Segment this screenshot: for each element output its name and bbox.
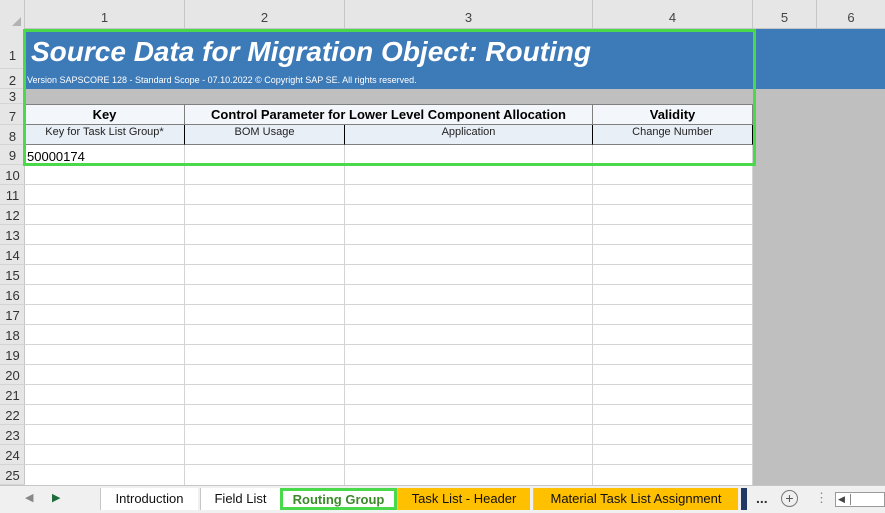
column-header-3[interactable]: 3: [345, 0, 593, 29]
gridline-h: [25, 324, 753, 325]
row-header-8[interactable]: 8: [0, 125, 25, 145]
row-header-17[interactable]: 17: [0, 305, 25, 325]
row-header-20[interactable]: 20: [0, 365, 25, 385]
horizontal-scrollbar[interactable]: ◀: [835, 492, 885, 507]
tab-field-list[interactable]: Field List: [200, 488, 280, 510]
row-header-7[interactable]: 7: [0, 104, 25, 125]
row-header-bar: 1 2 3 7 8 9 10 11 12 13 14 15 16 17 18 1…: [0, 29, 25, 485]
sheet-tab-bar: ◀ ▶ Introduction Field List Routing Grou…: [0, 485, 885, 513]
row-header-3[interactable]: 3: [0, 89, 25, 104]
gridline-h: [25, 224, 753, 225]
gridline-h: [25, 404, 753, 405]
row-header-15[interactable]: 15: [0, 265, 25, 285]
row-header-11[interactable]: 11: [0, 185, 25, 205]
column-header-4[interactable]: 4: [593, 0, 753, 29]
tab-material-task-list-assignment[interactable]: Material Task List Assignment: [533, 488, 738, 510]
row-header-23[interactable]: 23: [0, 425, 25, 445]
split-handle-icon[interactable]: ⋮: [815, 490, 828, 506]
scroll-tabs-left-icon[interactable]: ◀: [25, 491, 33, 504]
row-header-14[interactable]: 14: [0, 245, 25, 265]
row-header-2[interactable]: 2: [0, 69, 25, 89]
row-header-21[interactable]: 21: [0, 385, 25, 405]
column-header-2[interactable]: 2: [185, 0, 345, 29]
gridline-h: [25, 264, 753, 265]
gridline-h: [25, 444, 753, 445]
gridline-h: [25, 384, 753, 385]
gridline-h: [25, 364, 753, 365]
scroll-tabs-right-icon[interactable]: ▶: [52, 491, 60, 504]
row-header-19[interactable]: 19: [0, 345, 25, 365]
select-all-corner[interactable]: [0, 0, 25, 29]
row-header-1[interactable]: 1: [0, 29, 25, 69]
gridline-h: [25, 424, 753, 425]
tab-introduction[interactable]: Introduction: [100, 488, 198, 510]
column-header-1[interactable]: 1: [25, 0, 185, 29]
selection-outline: [23, 29, 756, 166]
gridline-h: [25, 304, 753, 305]
column-header-5[interactable]: 5: [753, 0, 817, 29]
scrollbar-thumb[interactable]: [850, 494, 884, 505]
row-header-16[interactable]: 16: [0, 285, 25, 305]
column-header-6[interactable]: 6: [817, 0, 885, 29]
row-header-25[interactable]: 25: [0, 465, 25, 485]
tab-overflow-indicator: [741, 488, 747, 510]
add-sheet-icon[interactable]: +: [781, 490, 798, 507]
gridline-h: [25, 464, 753, 465]
row-header-24[interactable]: 24: [0, 445, 25, 465]
gridline-h: [25, 284, 753, 285]
row-header-9[interactable]: 9: [0, 145, 25, 165]
gridline-h: [25, 204, 753, 205]
scroll-left-arrow-icon[interactable]: ◀: [838, 494, 845, 505]
row-header-22[interactable]: 22: [0, 405, 25, 425]
more-sheets-button[interactable]: ...: [756, 490, 768, 506]
tab-routing-group[interactable]: Routing Group: [280, 488, 397, 510]
row-header-10[interactable]: 10: [0, 165, 25, 185]
tab-task-list-header[interactable]: Task List - Header: [397, 488, 530, 510]
column-header-bar: 1 2 3 4 5 6: [0, 0, 885, 29]
gridline-h: [25, 244, 753, 245]
gridline-h: [25, 344, 753, 345]
row-header-13[interactable]: 13: [0, 225, 25, 245]
row-header-18[interactable]: 18: [0, 325, 25, 345]
gridline-h: [25, 184, 753, 185]
select-all-triangle-icon: [12, 17, 21, 26]
row-header-12[interactable]: 12: [0, 205, 25, 225]
